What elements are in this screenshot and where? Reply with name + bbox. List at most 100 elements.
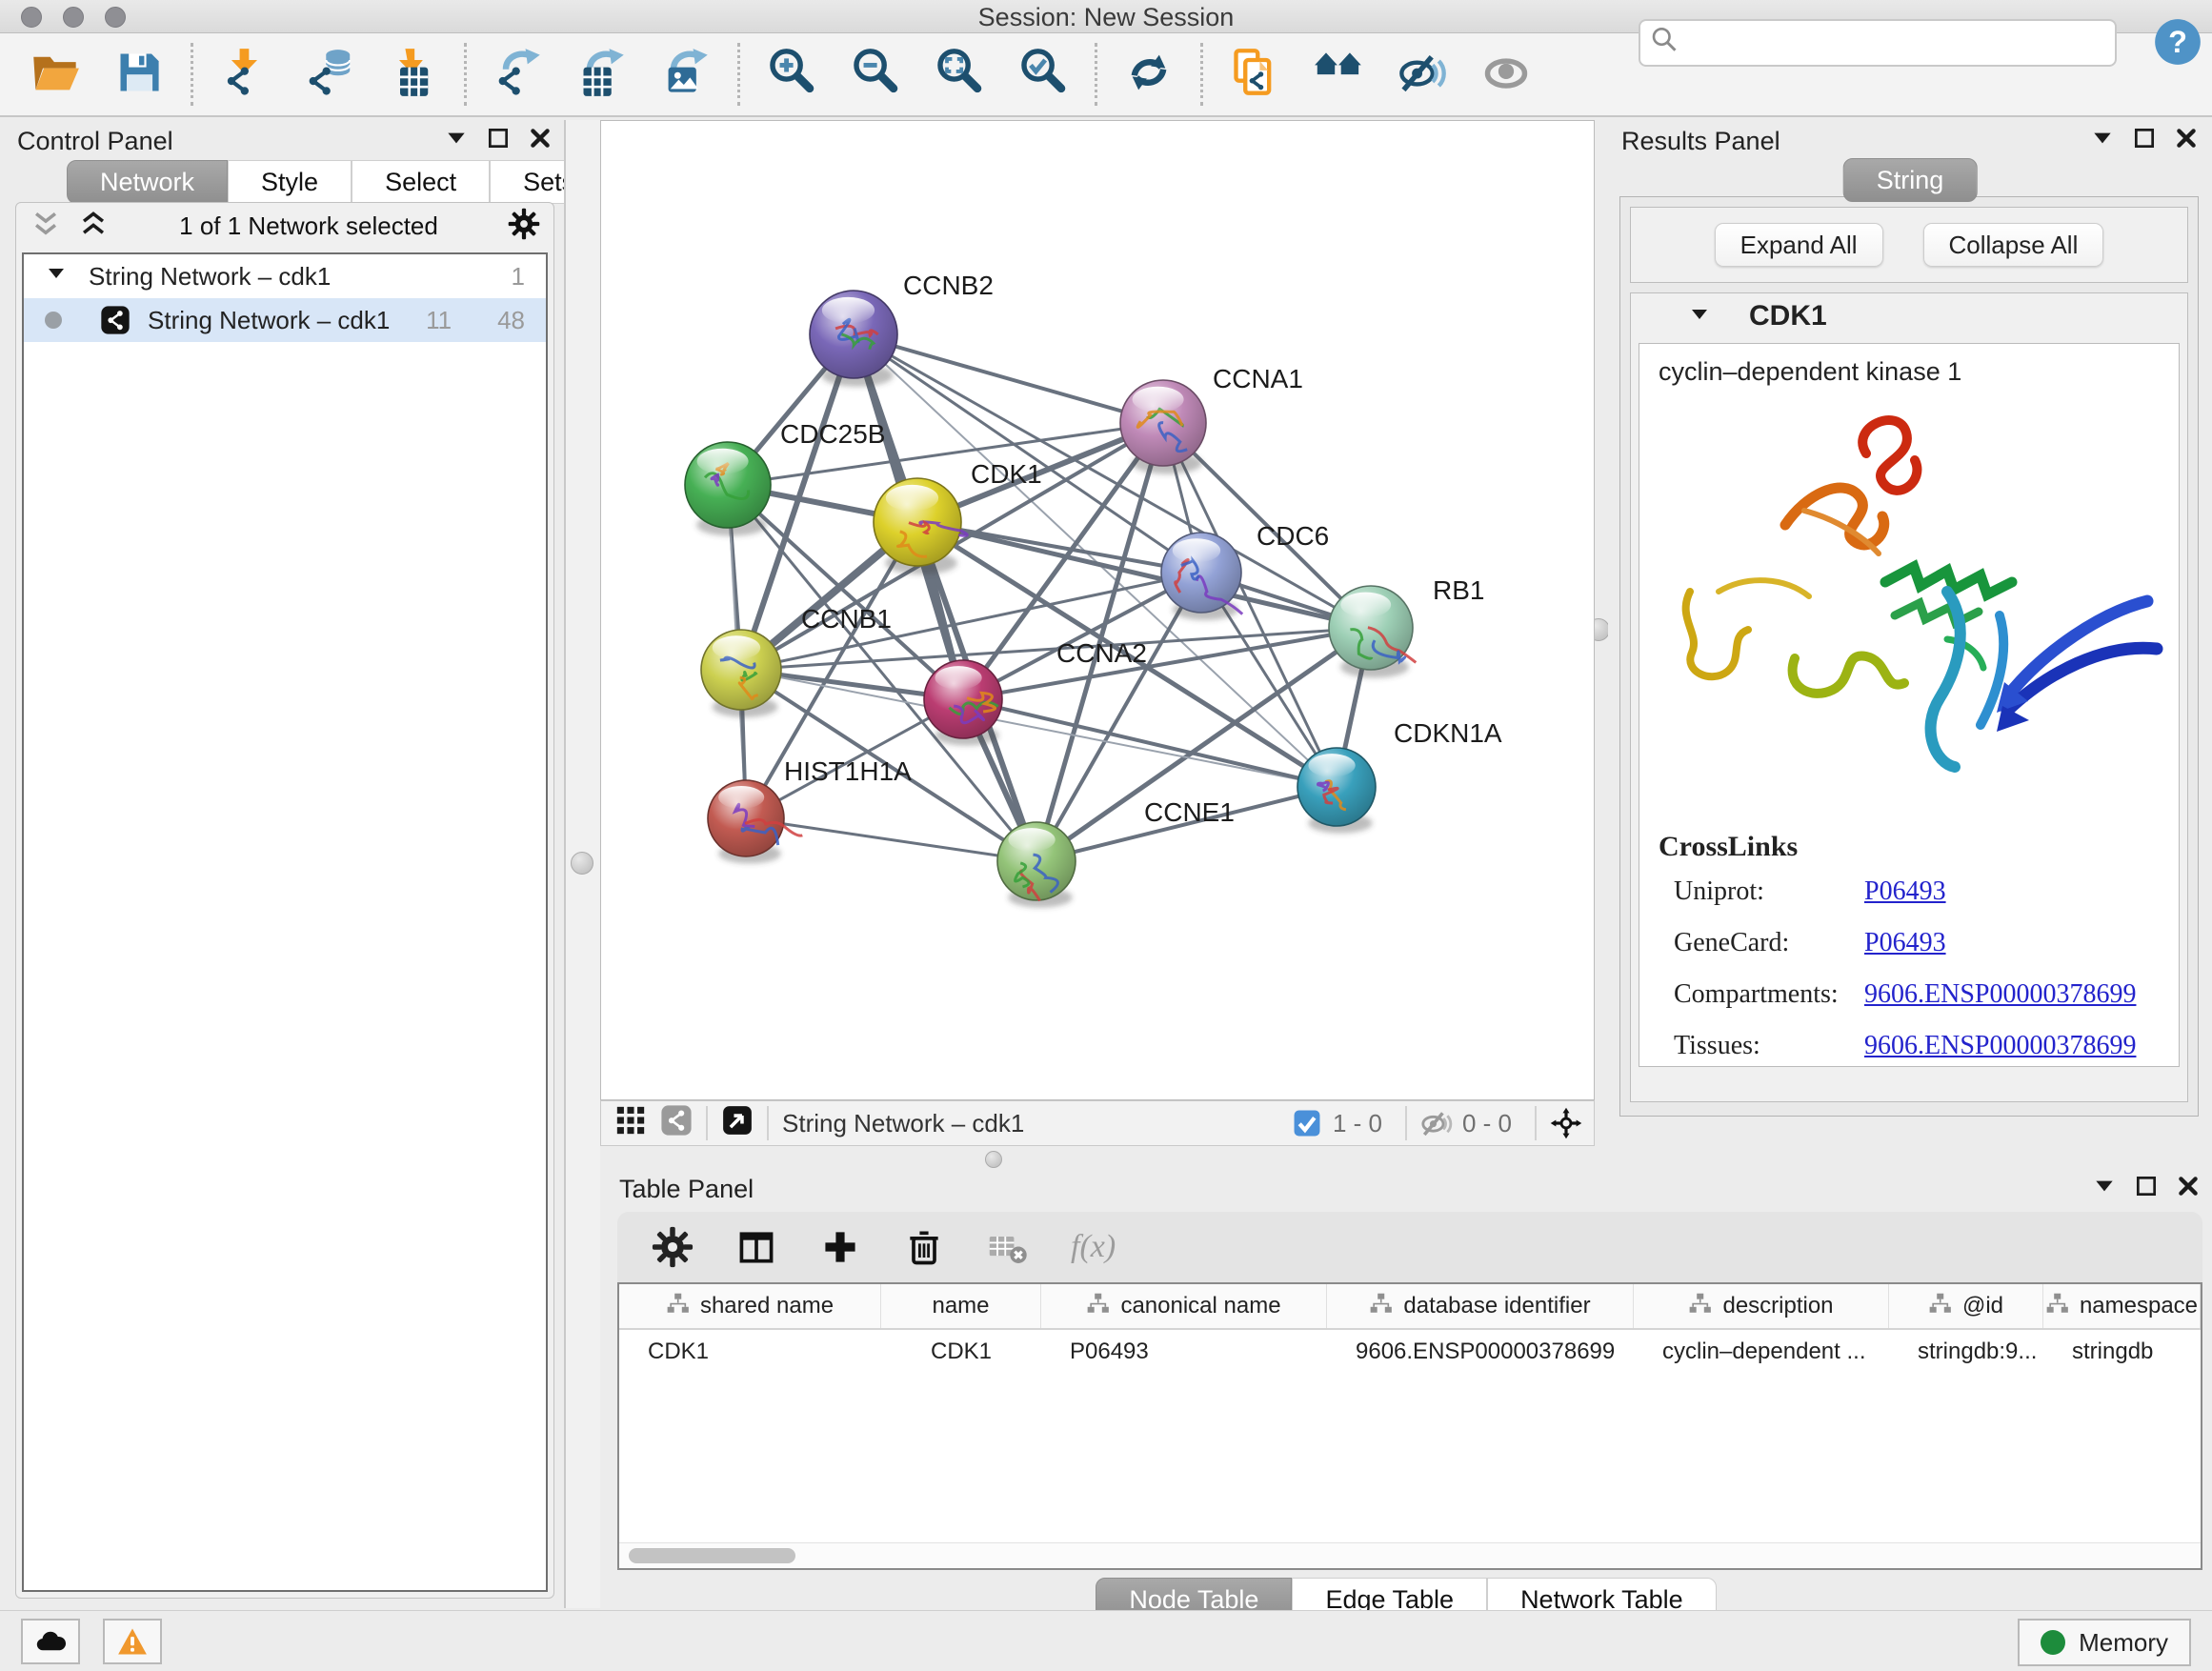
network-node-CCNE1[interactable] bbox=[997, 822, 1076, 901]
gene-details: cyclin–dependent kinase 1 bbox=[1639, 343, 2180, 1067]
toolbar-button-zoom-fit[interactable] bbox=[933, 48, 986, 101]
search-input[interactable] bbox=[1682, 29, 2115, 58]
toolbar-button-string-home[interactable] bbox=[1312, 48, 1365, 101]
toolbar-button-export-image[interactable] bbox=[659, 48, 713, 101]
collapse-all-networks-icon[interactable] bbox=[30, 208, 62, 245]
column-header-canonical-name[interactable]: canonical name bbox=[1041, 1284, 1327, 1328]
string-network-icon bbox=[100, 305, 131, 335]
toolbar-button-refresh[interactable] bbox=[1122, 48, 1176, 101]
edge-count: 48 bbox=[497, 306, 525, 335]
table-cell: stringdb:9... bbox=[1889, 1330, 2043, 1374]
network-node-CCNA1[interactable] bbox=[1120, 380, 1206, 466]
column-namespace-icon bbox=[1369, 1291, 1394, 1322]
panel-close-icon[interactable] bbox=[2174, 126, 2199, 157]
cloud-status-button[interactable] bbox=[21, 1619, 80, 1664]
column-header-description[interactable]: description bbox=[1634, 1284, 1889, 1328]
network-tree-root-row[interactable]: String Network – cdk1 1 bbox=[24, 254, 546, 298]
show-columns-icon[interactable] bbox=[735, 1226, 777, 1268]
string-share-icon[interactable] bbox=[660, 1104, 693, 1143]
column-header-name[interactable]: name bbox=[881, 1284, 1041, 1328]
network-options-gear-icon[interactable] bbox=[508, 208, 540, 245]
network-node-CCNB1[interactable] bbox=[701, 630, 781, 710]
tab-network[interactable]: Network bbox=[67, 160, 228, 204]
column-header-namespace[interactable]: namespace bbox=[2043, 1284, 2201, 1328]
toolbar-button-hide-results[interactable] bbox=[1396, 48, 1449, 101]
toolbar-button-import-table[interactable] bbox=[386, 48, 439, 101]
tab-string[interactable]: String bbox=[1843, 158, 1978, 202]
panel-dropdown-icon[interactable] bbox=[2092, 1174, 2117, 1205]
toolbar-button-zoom-out[interactable] bbox=[849, 48, 902, 101]
network-node-CDC6[interactable] bbox=[1161, 533, 1242, 614]
node-label: CCNE1 bbox=[1144, 797, 1235, 827]
panel-float-icon[interactable] bbox=[2134, 1174, 2159, 1205]
table-cell: P06493 bbox=[1041, 1330, 1327, 1374]
panel-dropdown-icon[interactable] bbox=[2090, 126, 2115, 157]
toolbar-button-show-results[interactable] bbox=[1479, 48, 1533, 101]
table-horizontal-scrollbar[interactable] bbox=[619, 1542, 2201, 1568]
crosslink-value-link[interactable]: 9606.ENSP00000378699 bbox=[1864, 1031, 2136, 1061]
delete-table-icon bbox=[987, 1226, 1029, 1268]
toolbar-button-string-import[interactable] bbox=[1228, 48, 1281, 101]
network-node-CDK1[interactable] bbox=[874, 478, 967, 566]
expand-all-networks-icon[interactable] bbox=[77, 208, 110, 245]
column-header--id[interactable]: @id bbox=[1889, 1284, 2043, 1328]
panel-dropdown-icon[interactable] bbox=[444, 126, 469, 157]
hidden-eye-icon[interactable] bbox=[1420, 1107, 1453, 1139]
network-tree-child-row[interactable]: String Network – cdk1 11 48 bbox=[24, 298, 546, 342]
toolbar-button-export-network[interactable] bbox=[492, 48, 545, 101]
gene-collapse-icon[interactable] bbox=[1688, 303, 1711, 331]
network-node-HIST1H1A[interactable] bbox=[708, 780, 802, 856]
table-gear-icon[interactable] bbox=[652, 1226, 694, 1268]
network-canvas[interactable]: CCNB2CCNA1CDC25BCDK1CDC6RB1CCNB1CCNA2CDK… bbox=[600, 120, 1595, 1100]
network-edge[interactable] bbox=[963, 699, 1337, 787]
control-panel-header: Control Panel bbox=[17, 126, 553, 157]
birds-eye-view-icon[interactable] bbox=[721, 1104, 754, 1143]
crosslink-value-link[interactable]: 9606.ENSP00000378699 bbox=[1864, 979, 2136, 1010]
crosshair-icon[interactable] bbox=[1550, 1107, 1582, 1139]
add-column-icon[interactable] bbox=[819, 1226, 861, 1268]
table-row[interactable]: CDK1CDK1P064939606.ENSP00000378699cyclin… bbox=[619, 1330, 2201, 1374]
network-edge[interactable] bbox=[746, 818, 1036, 861]
delete-column-icon[interactable] bbox=[903, 1226, 945, 1268]
network-list-panel: 1 of 1 Network selected String Network –… bbox=[15, 202, 554, 1599]
network-node-CDC25B[interactable] bbox=[685, 442, 771, 528]
toolbar-button-import-network-database[interactable] bbox=[302, 48, 355, 101]
tab-style[interactable]: Style bbox=[228, 160, 352, 204]
left-splitter-grip[interactable] bbox=[571, 852, 593, 875]
help-button[interactable]: ? bbox=[2153, 17, 2202, 67]
toolbar-button-zoom-selected[interactable] bbox=[1016, 48, 1070, 101]
node-table[interactable]: shared namenamecanonical namedatabase id… bbox=[617, 1282, 2202, 1570]
crosslink-value-link[interactable]: P06493 bbox=[1864, 928, 1946, 958]
network-node-CDKN1A[interactable] bbox=[1297, 748, 1376, 826]
panel-close-icon[interactable] bbox=[2176, 1174, 2201, 1205]
houses-icon bbox=[1314, 48, 1363, 102]
network-edge[interactable] bbox=[963, 628, 1371, 699]
column-header-database-identifier[interactable]: database identifier bbox=[1327, 1284, 1634, 1328]
warnings-button[interactable] bbox=[103, 1619, 162, 1664]
export-table-icon bbox=[577, 48, 627, 102]
crosslink-label: Uniprot: bbox=[1674, 876, 1864, 907]
network-node-RB1[interactable] bbox=[1329, 586, 1416, 670]
toolbar-button-import-network-file[interactable] bbox=[218, 48, 271, 101]
toolbar-button-export-table[interactable] bbox=[575, 48, 629, 101]
grid-view-icon[interactable] bbox=[614, 1104, 647, 1143]
expand-all-button[interactable]: Expand All bbox=[1715, 223, 1883, 267]
selected-checkbox-icon[interactable] bbox=[1291, 1107, 1323, 1139]
collapse-all-button[interactable]: Collapse All bbox=[1923, 223, 2104, 267]
panel-close-icon[interactable] bbox=[528, 126, 553, 157]
memory-button[interactable]: Memory bbox=[2018, 1619, 2191, 1666]
toolbar-button-open-session[interactable] bbox=[29, 48, 82, 101]
panel-float-icon[interactable] bbox=[486, 126, 511, 157]
tab-select[interactable]: Select bbox=[352, 160, 490, 204]
panel-float-icon[interactable] bbox=[2132, 126, 2157, 157]
column-header-shared-name[interactable]: shared name bbox=[619, 1284, 881, 1328]
tree-collapse-icon[interactable] bbox=[45, 262, 68, 292]
network-node-CCNA2[interactable] bbox=[924, 660, 1002, 738]
scrollbar-thumb[interactable] bbox=[629, 1548, 795, 1563]
toolbar-button-zoom-in[interactable] bbox=[765, 48, 818, 101]
toolbar-button-save-session[interactable] bbox=[112, 48, 166, 101]
crosslink-value-link[interactable]: P06493 bbox=[1864, 876, 1946, 907]
network-node-CCNB2[interactable] bbox=[810, 291, 897, 378]
network-graph[interactable]: CCNB2CCNA1CDC25BCDK1CDC6RB1CCNB1CCNA2CDK… bbox=[601, 121, 1594, 1099]
bottom-splitter-grip[interactable] bbox=[985, 1151, 1002, 1168]
